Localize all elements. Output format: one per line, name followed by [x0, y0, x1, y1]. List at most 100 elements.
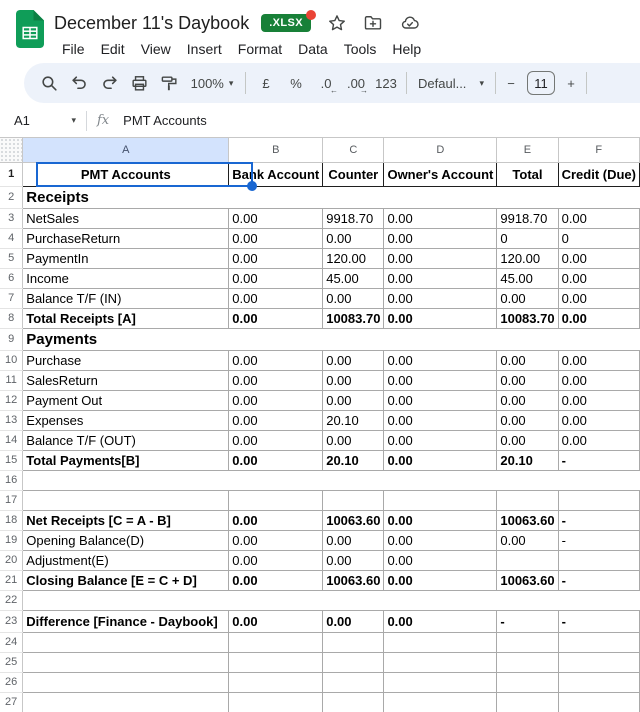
- row-header-4[interactable]: 4: [0, 228, 24, 249]
- row-header-8[interactable]: 8: [0, 308, 24, 329]
- cell-F5[interactable]: 0.00: [557, 247, 640, 269]
- cell-C27[interactable]: [322, 691, 385, 712]
- cell-A12[interactable]: Payment Out: [22, 389, 230, 411]
- cell-A4[interactable]: PurchaseReturn: [22, 227, 230, 249]
- cell-A25[interactable]: [22, 651, 230, 673]
- cell-E8[interactable]: 10083.70: [496, 307, 559, 329]
- row-header-7[interactable]: 7: [0, 288, 24, 309]
- cell-A8[interactable]: Total Receipts [A]: [22, 307, 230, 329]
- cell-E21[interactable]: 10063.60: [496, 569, 559, 591]
- cell-D10[interactable]: 0.00: [383, 349, 498, 371]
- name-box[interactable]: A1 ▾: [14, 113, 80, 128]
- cell-F23[interactable]: -: [557, 609, 640, 633]
- cell-B17[interactable]: [228, 489, 324, 511]
- menu-format[interactable]: Format: [230, 39, 290, 59]
- row-header-24[interactable]: 24: [0, 632, 24, 653]
- font-family-select[interactable]: Defaul... ▾: [412, 68, 490, 98]
- cell-E1[interactable]: Total: [496, 161, 559, 187]
- row-header-13[interactable]: 13: [0, 410, 24, 431]
- cell-D7[interactable]: 0.00: [383, 287, 498, 309]
- cell-C2[interactable]: [323, 186, 384, 208]
- cell-B8[interactable]: 0.00: [228, 307, 324, 329]
- move-folder-icon[interactable]: [363, 13, 383, 33]
- cell-B10[interactable]: 0.00: [228, 349, 324, 371]
- search-icon[interactable]: [34, 68, 64, 98]
- cell-E27[interactable]: [496, 691, 559, 712]
- cell-C16[interactable]: [323, 470, 384, 490]
- cell-E5[interactable]: 120.00: [496, 247, 559, 269]
- cell-F10[interactable]: 0.00: [557, 349, 640, 371]
- row-header-15[interactable]: 15: [0, 450, 24, 471]
- more-formats-button[interactable]: 123: [371, 68, 401, 98]
- cell-F4[interactable]: 0: [557, 227, 640, 249]
- cell-D5[interactable]: 0.00: [383, 247, 498, 269]
- cell-C18[interactable]: 10063.60: [322, 509, 385, 531]
- cell-D24[interactable]: [383, 631, 498, 653]
- cell-B22[interactable]: [229, 590, 323, 610]
- column-header-D[interactable]: D: [383, 138, 498, 163]
- document-title[interactable]: December 11's Daybook: [54, 13, 249, 34]
- cell-C21[interactable]: 10063.60: [322, 569, 385, 591]
- increase-font-size-button[interactable]: +: [561, 68, 581, 98]
- cell-E10[interactable]: 0.00: [496, 349, 559, 371]
- menu-edit[interactable]: Edit: [93, 39, 133, 59]
- cell-A19[interactable]: Opening Balance(D): [22, 529, 230, 551]
- cell-E24[interactable]: [496, 631, 559, 653]
- cell-D9[interactable]: [384, 328, 497, 350]
- row-header-23[interactable]: 23: [0, 610, 24, 633]
- select-all-corner[interactable]: [0, 138, 24, 163]
- cell-B4[interactable]: 0.00: [228, 227, 324, 249]
- column-header-E[interactable]: E: [496, 138, 559, 163]
- cell-E6[interactable]: 45.00: [496, 267, 559, 289]
- cell-B18[interactable]: 0.00: [228, 509, 324, 531]
- cell-F12[interactable]: 0.00: [557, 389, 640, 411]
- row-header-18[interactable]: 18: [0, 510, 24, 531]
- cell-A17[interactable]: [22, 489, 230, 511]
- menu-data[interactable]: Data: [290, 39, 336, 59]
- menu-file[interactable]: File: [54, 39, 93, 59]
- cell-A23[interactable]: Difference [Finance - Daybook]: [22, 609, 230, 633]
- cell-F9[interactable]: [558, 328, 639, 350]
- cell-C3[interactable]: 9918.70: [322, 207, 385, 229]
- cell-D12[interactable]: 0.00: [383, 389, 498, 411]
- cell-E15[interactable]: 20.10: [496, 449, 559, 471]
- menu-help[interactable]: Help: [384, 39, 429, 59]
- cell-D16[interactable]: [384, 470, 497, 490]
- row-header-16[interactable]: 16: [0, 470, 24, 491]
- cell-D15[interactable]: 0.00: [383, 449, 498, 471]
- row-header-5[interactable]: 5: [0, 248, 24, 269]
- row-header-21[interactable]: 21: [0, 570, 24, 591]
- cell-A27[interactable]: [22, 691, 230, 712]
- row-header-19[interactable]: 19: [0, 530, 24, 551]
- cell-A20[interactable]: Adjustment(E): [22, 549, 230, 571]
- cell-C7[interactable]: 0.00: [322, 287, 385, 309]
- sheets-logo-icon[interactable]: [16, 10, 44, 48]
- row-header-6[interactable]: 6: [0, 268, 24, 289]
- formula-input[interactable]: PMT Accounts: [123, 113, 207, 128]
- cell-D17[interactable]: [383, 489, 498, 511]
- cell-E25[interactable]: [496, 651, 559, 673]
- cell-D2[interactable]: [384, 186, 497, 208]
- row-header-11[interactable]: 11: [0, 370, 24, 391]
- cell-C12[interactable]: 0.00: [322, 389, 385, 411]
- cell-D4[interactable]: 0.00: [383, 227, 498, 249]
- cell-B23[interactable]: 0.00: [228, 609, 324, 633]
- cell-A24[interactable]: [22, 631, 230, 653]
- cell-B21[interactable]: 0.00: [228, 569, 324, 591]
- cell-F3[interactable]: 0.00: [557, 207, 640, 229]
- cell-C6[interactable]: 45.00: [322, 267, 385, 289]
- cell-E11[interactable]: 0.00: [496, 369, 559, 391]
- cell-E9[interactable]: [497, 328, 558, 350]
- cell-D13[interactable]: 0.00: [383, 409, 498, 431]
- row-header-20[interactable]: 20: [0, 550, 24, 571]
- cell-C1[interactable]: Counter: [322, 161, 385, 187]
- cell-E14[interactable]: 0.00: [496, 429, 559, 451]
- row-header-14[interactable]: 14: [0, 430, 24, 451]
- cell-B26[interactable]: [228, 671, 324, 693]
- cell-E22[interactable]: [497, 590, 558, 610]
- decrease-decimal-button[interactable]: .0 ←: [311, 68, 341, 98]
- font-size-input[interactable]: 11: [527, 71, 555, 95]
- row-header-26[interactable]: 26: [0, 672, 24, 693]
- row-header-25[interactable]: 25: [0, 652, 24, 673]
- cell-C4[interactable]: 0.00: [322, 227, 385, 249]
